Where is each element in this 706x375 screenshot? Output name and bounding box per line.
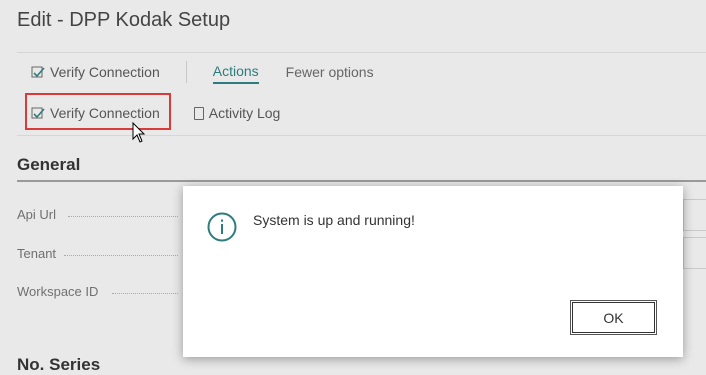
verify-connection-icon xyxy=(31,66,45,78)
divider xyxy=(17,135,706,136)
info-icon xyxy=(207,212,237,242)
mouse-pointer-icon xyxy=(132,122,146,143)
verify-connection-button[interactable]: Verify Connection xyxy=(31,64,160,80)
field-label-workspace-id: Workspace ID xyxy=(17,284,99,299)
fewer-options-button[interactable]: Fewer options xyxy=(286,64,374,80)
action-bar: Verify Connection Actions Fewer options xyxy=(17,57,706,87)
verify-connection-label: Verify Connection xyxy=(50,64,160,80)
field-leader xyxy=(64,255,178,257)
highlight-box xyxy=(25,93,171,130)
field-leader xyxy=(112,293,178,295)
separator xyxy=(185,61,187,83)
section-no-series-title: No. Series xyxy=(17,355,101,374)
document-icon xyxy=(193,106,204,120)
field-label-tenant: Tenant xyxy=(17,246,57,261)
page-title: Edit - DPP Kodak Setup xyxy=(17,9,231,31)
activity-log-label: Activity Log xyxy=(208,105,281,121)
section-divider xyxy=(17,180,706,182)
ok-button[interactable]: OK xyxy=(570,300,657,335)
divider xyxy=(17,52,706,53)
api-url-input[interactable] xyxy=(683,199,706,231)
section-general-title: General xyxy=(17,155,81,174)
field-label-api-url: Api Url xyxy=(17,207,57,222)
field-leader xyxy=(68,216,178,218)
tenant-input[interactable] xyxy=(683,237,706,269)
activity-log-action[interactable]: Activity Log xyxy=(193,105,281,121)
message-dialog: System is up and running! OK xyxy=(183,186,683,357)
dialog-message: System is up and running! xyxy=(253,212,415,228)
tab-actions[interactable]: Actions xyxy=(212,63,259,84)
